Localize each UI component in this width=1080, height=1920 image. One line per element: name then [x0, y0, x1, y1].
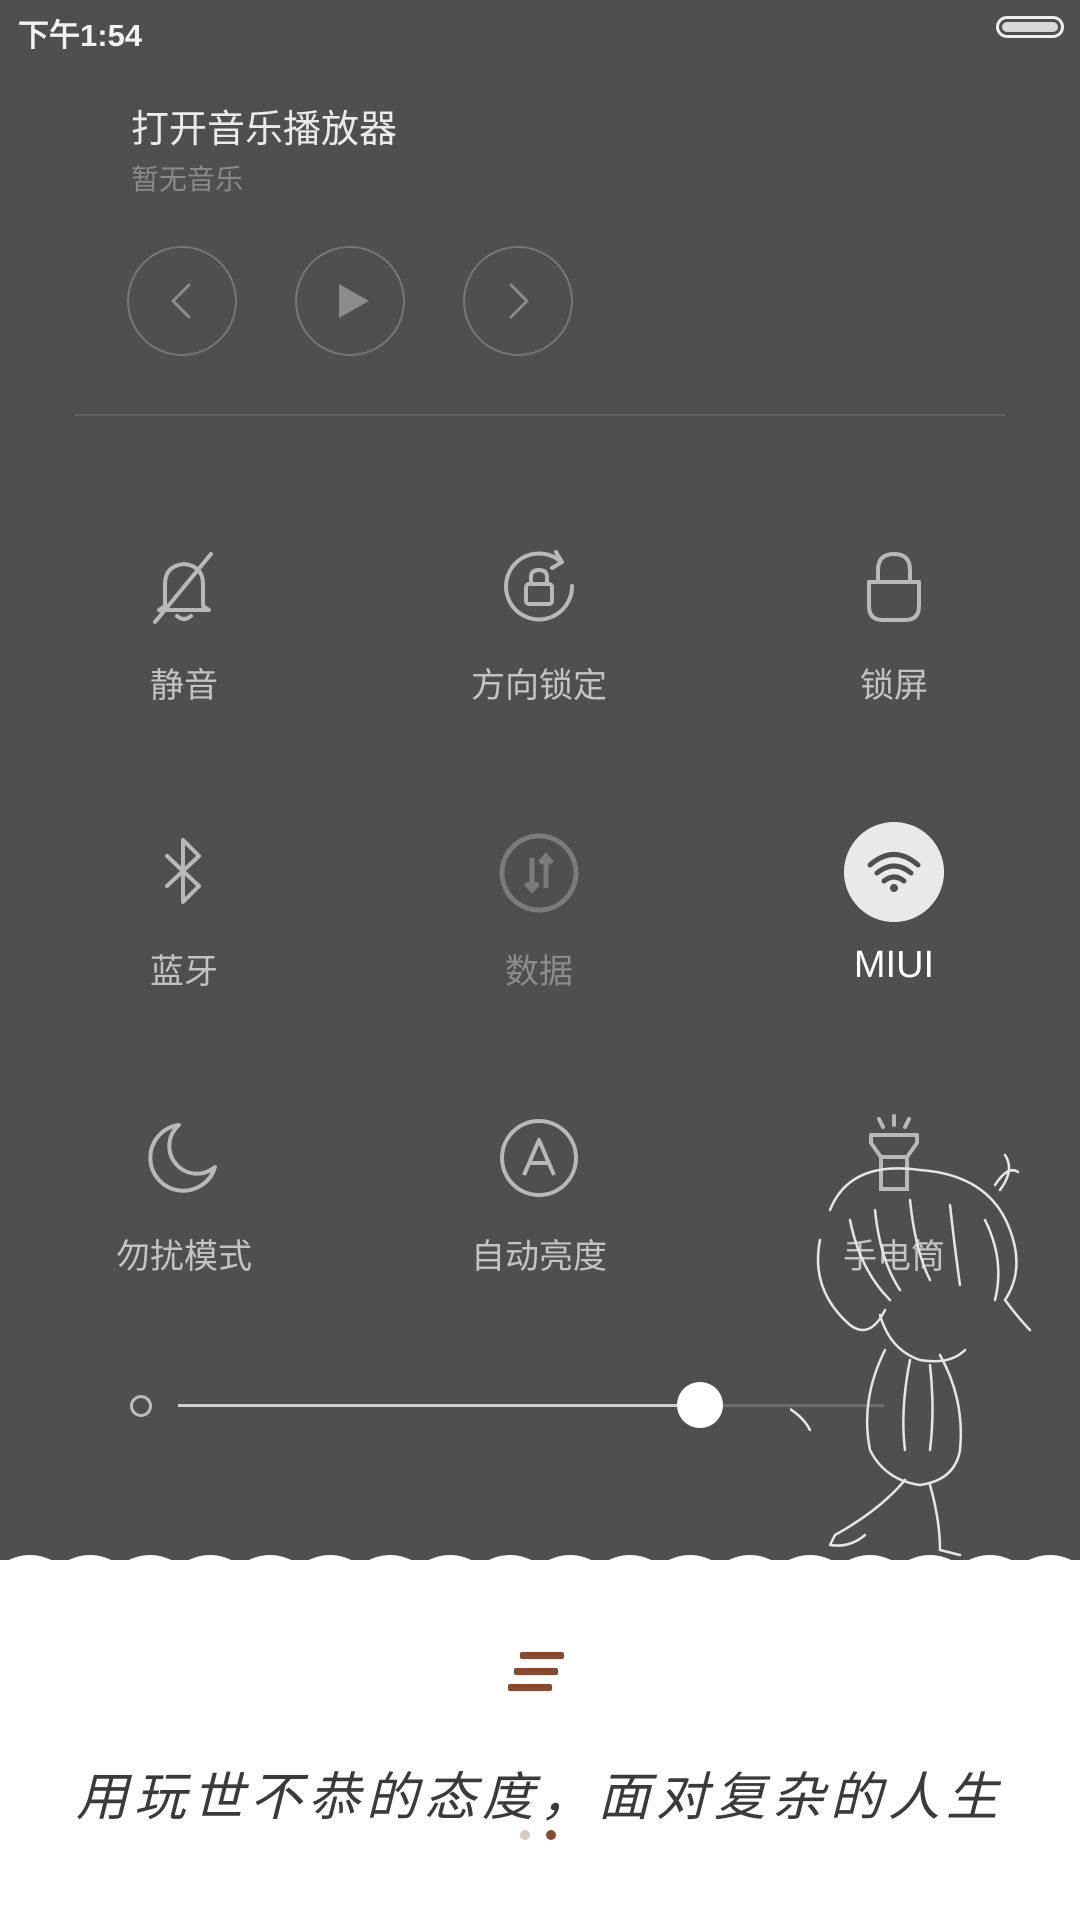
- music-player-subtitle: 暂无音乐: [131, 163, 244, 196]
- toggle-wifi-label: MIUI: [853, 944, 935, 986]
- toggle-lock-screen-label: 锁屏: [860, 666, 928, 706]
- toggle-silent[interactable]: 静音: [34, 542, 334, 722]
- toggle-do-not-disturb[interactable]: 勿扰模式: [34, 1113, 334, 1293]
- brightness-slider-fill: [178, 1404, 701, 1407]
- menu-icon[interactable]: [506, 1648, 570, 1696]
- data-icon: [499, 833, 579, 913]
- toggle-rotation-lock-label: 方向锁定: [471, 666, 607, 706]
- previous-icon: [171, 283, 191, 319]
- wifi-icon: [844, 822, 944, 922]
- page-dot-active: [546, 1830, 556, 1840]
- previous-button[interactable]: [127, 246, 237, 356]
- toggle-silent-label: 静音: [150, 666, 218, 706]
- lock-icon: [867, 551, 921, 622]
- toggle-mobile-data[interactable]: 数据: [389, 828, 689, 1008]
- auto-brightness-icon: [500, 1119, 578, 1197]
- next-button[interactable]: [463, 246, 573, 356]
- bell-off-icon: [153, 552, 213, 624]
- toggle-auto-brightness[interactable]: 自动亮度: [389, 1113, 689, 1293]
- quote-text: 用玩世不恭的态度，面对复杂的人生: [75, 1768, 1004, 1828]
- rotation-lock-icon: [504, 550, 575, 622]
- battery-icon: [996, 16, 1064, 38]
- brightness-slider[interactable]: [178, 1404, 884, 1407]
- toggle-bluetooth[interactable]: 蓝牙: [34, 828, 334, 1008]
- brightness-slider-thumb[interactable]: [677, 1382, 724, 1428]
- lockscreen-quote-panel: [0, 1560, 1080, 1920]
- toggle-wifi[interactable]: MIUI: [744, 822, 1044, 1008]
- clock: 下午1:54: [18, 18, 143, 53]
- toggle-do-not-disturb-label: 勿扰模式: [116, 1237, 252, 1277]
- toggle-auto-brightness-label: 自动亮度: [471, 1237, 607, 1277]
- toggle-mobile-data-label: 数据: [505, 952, 573, 992]
- toggle-rotation-lock[interactable]: 方向锁定: [389, 542, 689, 722]
- character-illustration: [790, 1153, 1032, 1557]
- play-icon: [339, 284, 369, 318]
- next-icon: [509, 283, 529, 319]
- play-button[interactable]: [295, 246, 405, 356]
- toggle-bluetooth-label: 蓝牙: [150, 952, 218, 992]
- brightness-low-icon: [130, 1395, 152, 1417]
- page-indicator: [520, 1830, 560, 1842]
- divider: [75, 414, 1005, 416]
- bluetooth-icon: [165, 838, 201, 904]
- music-player-title[interactable]: 打开音乐播放器: [131, 98, 397, 153]
- moon-icon: [148, 1123, 217, 1193]
- status-bar: 下午1:54: [0, 0, 1080, 60]
- page-dot: [520, 1830, 530, 1840]
- toggle-lock-screen[interactable]: 锁屏: [744, 542, 1044, 722]
